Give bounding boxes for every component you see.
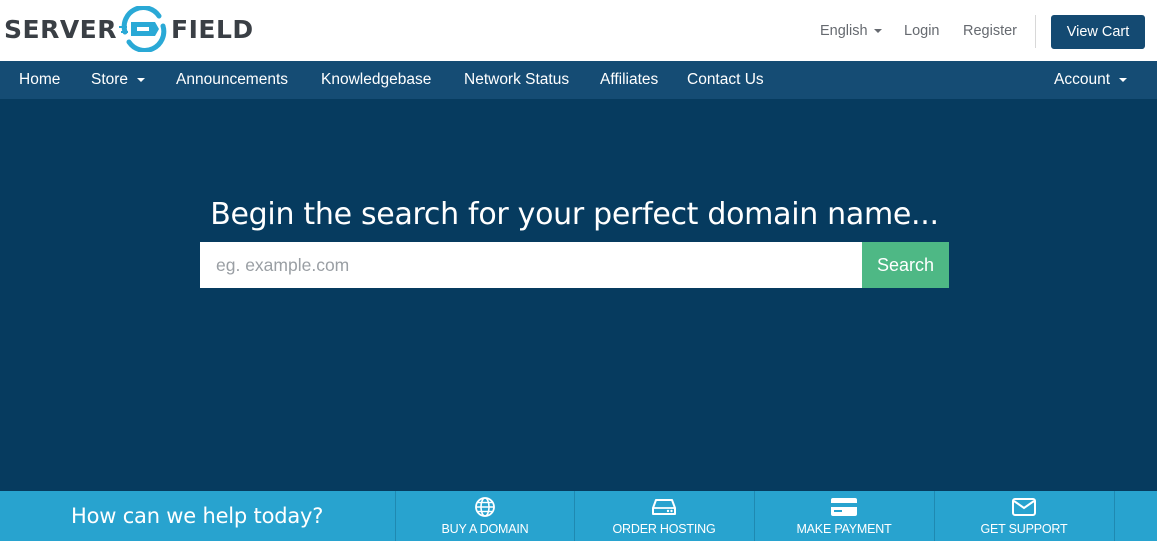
server-icon bbox=[652, 499, 676, 515]
register-link[interactable]: Register bbox=[963, 23, 1017, 39]
logo-text-right: FIELD bbox=[171, 14, 254, 44]
nav-item-store-label: Store bbox=[91, 71, 129, 88]
buy-domain-label: BUY A DOMAIN bbox=[441, 522, 529, 536]
nav-item-affiliates[interactable]: Affiliates bbox=[600, 61, 658, 99]
domain-search-button[interactable]: Search bbox=[862, 242, 949, 288]
top-header: SERVER FIELD English Login Register View… bbox=[0, 0, 1157, 61]
logo-mark-icon bbox=[119, 6, 167, 52]
nav-item-home[interactable]: Home bbox=[19, 61, 60, 99]
language-label: English bbox=[820, 22, 868, 39]
get-support-label: GET SUPPORT bbox=[980, 522, 1068, 536]
get-support-button[interactable]: GET SUPPORT bbox=[934, 491, 1114, 541]
header-divider bbox=[1035, 15, 1036, 48]
login-link[interactable]: Login bbox=[904, 23, 939, 39]
domain-search-hero: Begin the search for your perfect domain… bbox=[0, 99, 1157, 491]
order-hosting-label: ORDER HOSTING bbox=[612, 522, 716, 536]
chevron-down-icon bbox=[137, 78, 146, 82]
nav-item-account[interactable]: Account bbox=[1054, 61, 1128, 99]
site-logo[interactable]: SERVER FIELD bbox=[4, 6, 254, 52]
make-payment-button[interactable]: MAKE PAYMENT bbox=[754, 491, 934, 541]
nav-item-announcements[interactable]: Announcements bbox=[176, 61, 288, 99]
chevron-down-icon bbox=[1119, 78, 1128, 82]
order-hosting-button[interactable]: ORDER HOSTING bbox=[574, 491, 754, 541]
nav-item-knowledgebase[interactable]: Knowledgebase bbox=[321, 61, 431, 99]
nav-item-network-status[interactable]: Network Status bbox=[464, 61, 569, 99]
buy-domain-button[interactable]: BUY A DOMAIN bbox=[395, 491, 575, 541]
globe-icon bbox=[475, 497, 495, 517]
domain-search-input[interactable] bbox=[200, 242, 862, 288]
help-bar: How can we help today? BUY A DOMAIN ORDE… bbox=[0, 491, 1157, 541]
nav-item-store[interactable]: Store bbox=[91, 61, 146, 99]
help-title: How can we help today? bbox=[71, 504, 324, 528]
nav-item-contact[interactable]: Contact Us bbox=[687, 61, 764, 99]
credit-card-icon bbox=[831, 498, 857, 516]
hero-title: Begin the search for your perfect domain… bbox=[210, 197, 939, 232]
envelope-icon bbox=[1012, 498, 1036, 516]
language-selector[interactable]: English bbox=[820, 0, 882, 61]
logo-text-left: SERVER bbox=[4, 14, 118, 44]
help-divider bbox=[1114, 491, 1115, 541]
nav-item-account-label: Account bbox=[1054, 71, 1111, 88]
view-cart-button[interactable]: View Cart bbox=[1051, 15, 1145, 49]
main-navigation: Home Store Announcements Knowledgebase N… bbox=[0, 61, 1157, 99]
make-payment-label: MAKE PAYMENT bbox=[796, 522, 892, 536]
chevron-down-icon bbox=[873, 28, 882, 33]
